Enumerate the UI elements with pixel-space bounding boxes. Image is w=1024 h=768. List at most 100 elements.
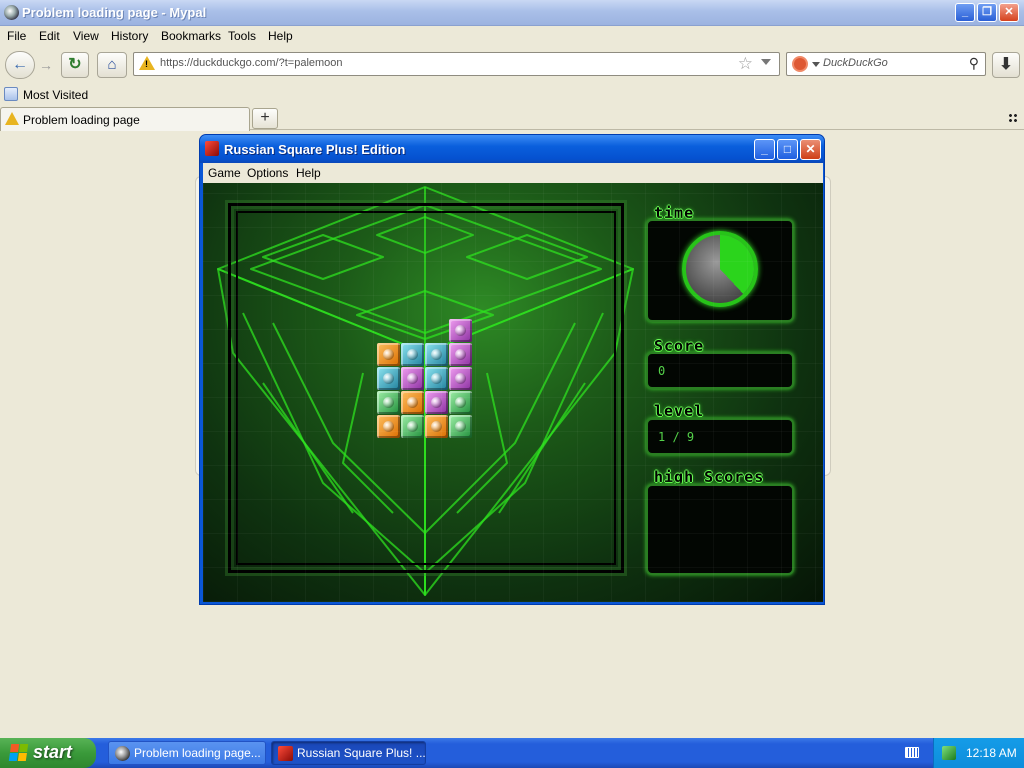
tab-label: Problem loading page [23, 113, 140, 127]
block-blue [425, 367, 448, 390]
block-gem-icon [407, 373, 418, 384]
block-green [377, 391, 400, 414]
timer-clock-icon [682, 231, 758, 307]
game-title-bar[interactable]: Russian Square Plus! Edition _ □ ✕ [200, 135, 824, 163]
browser-title-bar[interactable]: Problem loading page - Mypal _ ❐ ✕ [0, 0, 1024, 26]
game-menu-help[interactable]: Help [296, 166, 321, 180]
block-gem-icon [383, 421, 394, 432]
block-purple [425, 391, 448, 414]
game-menu-bar: Game Options Help [203, 163, 823, 183]
block-gem-icon [431, 373, 442, 384]
block-orange [377, 415, 400, 438]
menu-history[interactable]: History [111, 29, 148, 43]
time-panel [646, 219, 794, 322]
menu-view[interactable]: View [73, 29, 99, 43]
menu-tools[interactable]: Tools [228, 29, 256, 43]
game-maximize-button[interactable]: □ [777, 139, 798, 160]
block-gem-icon [431, 421, 442, 432]
url-bar[interactable]: ! https://duckduckgo.com/?t=palemoon ☆ [133, 52, 780, 76]
cube-background-graphic [217, 186, 634, 596]
bookmarks-toolbar: Most Visited [0, 84, 1024, 106]
timer-progress [686, 235, 754, 303]
block-gem-icon [455, 373, 466, 384]
playfield-inner-border [236, 211, 616, 565]
block-green [449, 391, 472, 414]
russian-square-icon [205, 141, 219, 156]
url-dropdown-icon[interactable] [761, 59, 771, 65]
keyboard-layout-icon[interactable] [905, 747, 919, 758]
block-purple [449, 343, 472, 366]
menu-help[interactable]: Help [268, 29, 293, 43]
block-purple [449, 367, 472, 390]
game-menu-options[interactable]: Options [247, 166, 288, 180]
mypal-logo-icon [115, 746, 130, 761]
forward-arrow-icon: → [39, 57, 53, 73]
start-label: start [33, 742, 73, 762]
block-gem-icon [455, 397, 466, 408]
game-close-button[interactable]: ✕ [800, 139, 821, 160]
block-purple [449, 319, 472, 342]
high-scores-panel [646, 484, 794, 575]
bookmark-most-visited[interactable]: Most Visited [23, 88, 88, 102]
time-header: time [654, 204, 695, 222]
taskbar: start Problem loading page... Russian Sq… [0, 738, 1024, 768]
search-placeholder: DuckDuckGo [823, 57, 888, 69]
block-gem-icon [407, 349, 418, 360]
new-tab-button[interactable]: + [252, 108, 278, 129]
download-icon: ⬇ [999, 56, 1013, 73]
url-text: https://duckduckgo.com/?t=palemoon [160, 57, 343, 69]
menu-file[interactable]: File [7, 29, 26, 43]
forward-button[interactable]: → [36, 56, 56, 74]
browser-minimize-button[interactable]: _ [955, 3, 975, 22]
block-gem-icon [455, 325, 466, 336]
search-icon[interactable]: ⚲ [969, 55, 979, 72]
downloads-button[interactable]: ⬇ [992, 52, 1020, 78]
block-blue [401, 343, 424, 366]
search-bar[interactable]: DuckDuckGo ⚲ [786, 52, 986, 76]
duckduckgo-icon[interactable] [792, 56, 808, 72]
desktop-screen: Problem loading page - Mypal _ ❐ ✕ File … [0, 0, 1024, 768]
browser-close-button[interactable]: ✕ [999, 3, 1019, 22]
search-engine-dropdown-icon[interactable] [812, 62, 820, 67]
warning-icon: ! [139, 56, 155, 70]
mypal-logo-icon [4, 5, 19, 20]
tray-clock[interactable]: 12:18 AM [966, 746, 1017, 760]
playfield[interactable] [228, 203, 624, 573]
block-blue [425, 343, 448, 366]
home-button[interactable]: ⌂ [97, 52, 127, 78]
level-header: level [654, 402, 705, 420]
block-gem-icon [383, 373, 394, 384]
game-minimize-button[interactable]: _ [754, 139, 775, 160]
game-menu-game[interactable]: Game [208, 166, 241, 180]
browser-window-title: Problem loading page - Mypal [22, 5, 207, 20]
block-gem-icon [431, 349, 442, 360]
browser-restore-button[interactable]: ❐ [977, 3, 997, 22]
game-window-title: Russian Square Plus! Edition [224, 142, 406, 157]
block-purple [401, 367, 424, 390]
block-orange [425, 415, 448, 438]
menu-bookmarks[interactable]: Bookmarks [161, 29, 221, 43]
block-orange [377, 343, 400, 366]
menu-edit[interactable]: Edit [39, 29, 60, 43]
block-orange [401, 391, 424, 414]
back-button[interactable]: ← [5, 51, 35, 79]
taskbar-item-game[interactable]: Russian Square Plus! ... [271, 741, 426, 765]
reload-button[interactable]: ↻ [61, 52, 89, 78]
tab-problem-loading[interactable]: Problem loading page [0, 107, 250, 131]
block-gem-icon [407, 421, 418, 432]
network-icon[interactable] [942, 746, 956, 760]
taskbar-item-browser[interactable]: Problem loading page... [108, 741, 266, 765]
block-gem-icon [407, 397, 418, 408]
block-gem-icon [431, 397, 442, 408]
tab-strip: Problem loading page + [0, 106, 1024, 131]
score-panel: 0 [646, 352, 794, 389]
navigation-toolbar: ← → ↻ ⌂ ! https://duckduckgo.com/?t=pale… [0, 48, 1024, 82]
bookmark-star-icon[interactable]: ☆ [738, 54, 753, 74]
block-blue [377, 367, 400, 390]
system-tray: 12:18 AM [933, 738, 1024, 768]
start-button[interactable]: start [0, 738, 96, 768]
browser-menu-bar: File Edit View History Bookmarks Tools H… [0, 27, 1024, 47]
tab-list-icon[interactable] [1008, 113, 1018, 123]
block-green [449, 415, 472, 438]
block-gem-icon [383, 349, 394, 360]
